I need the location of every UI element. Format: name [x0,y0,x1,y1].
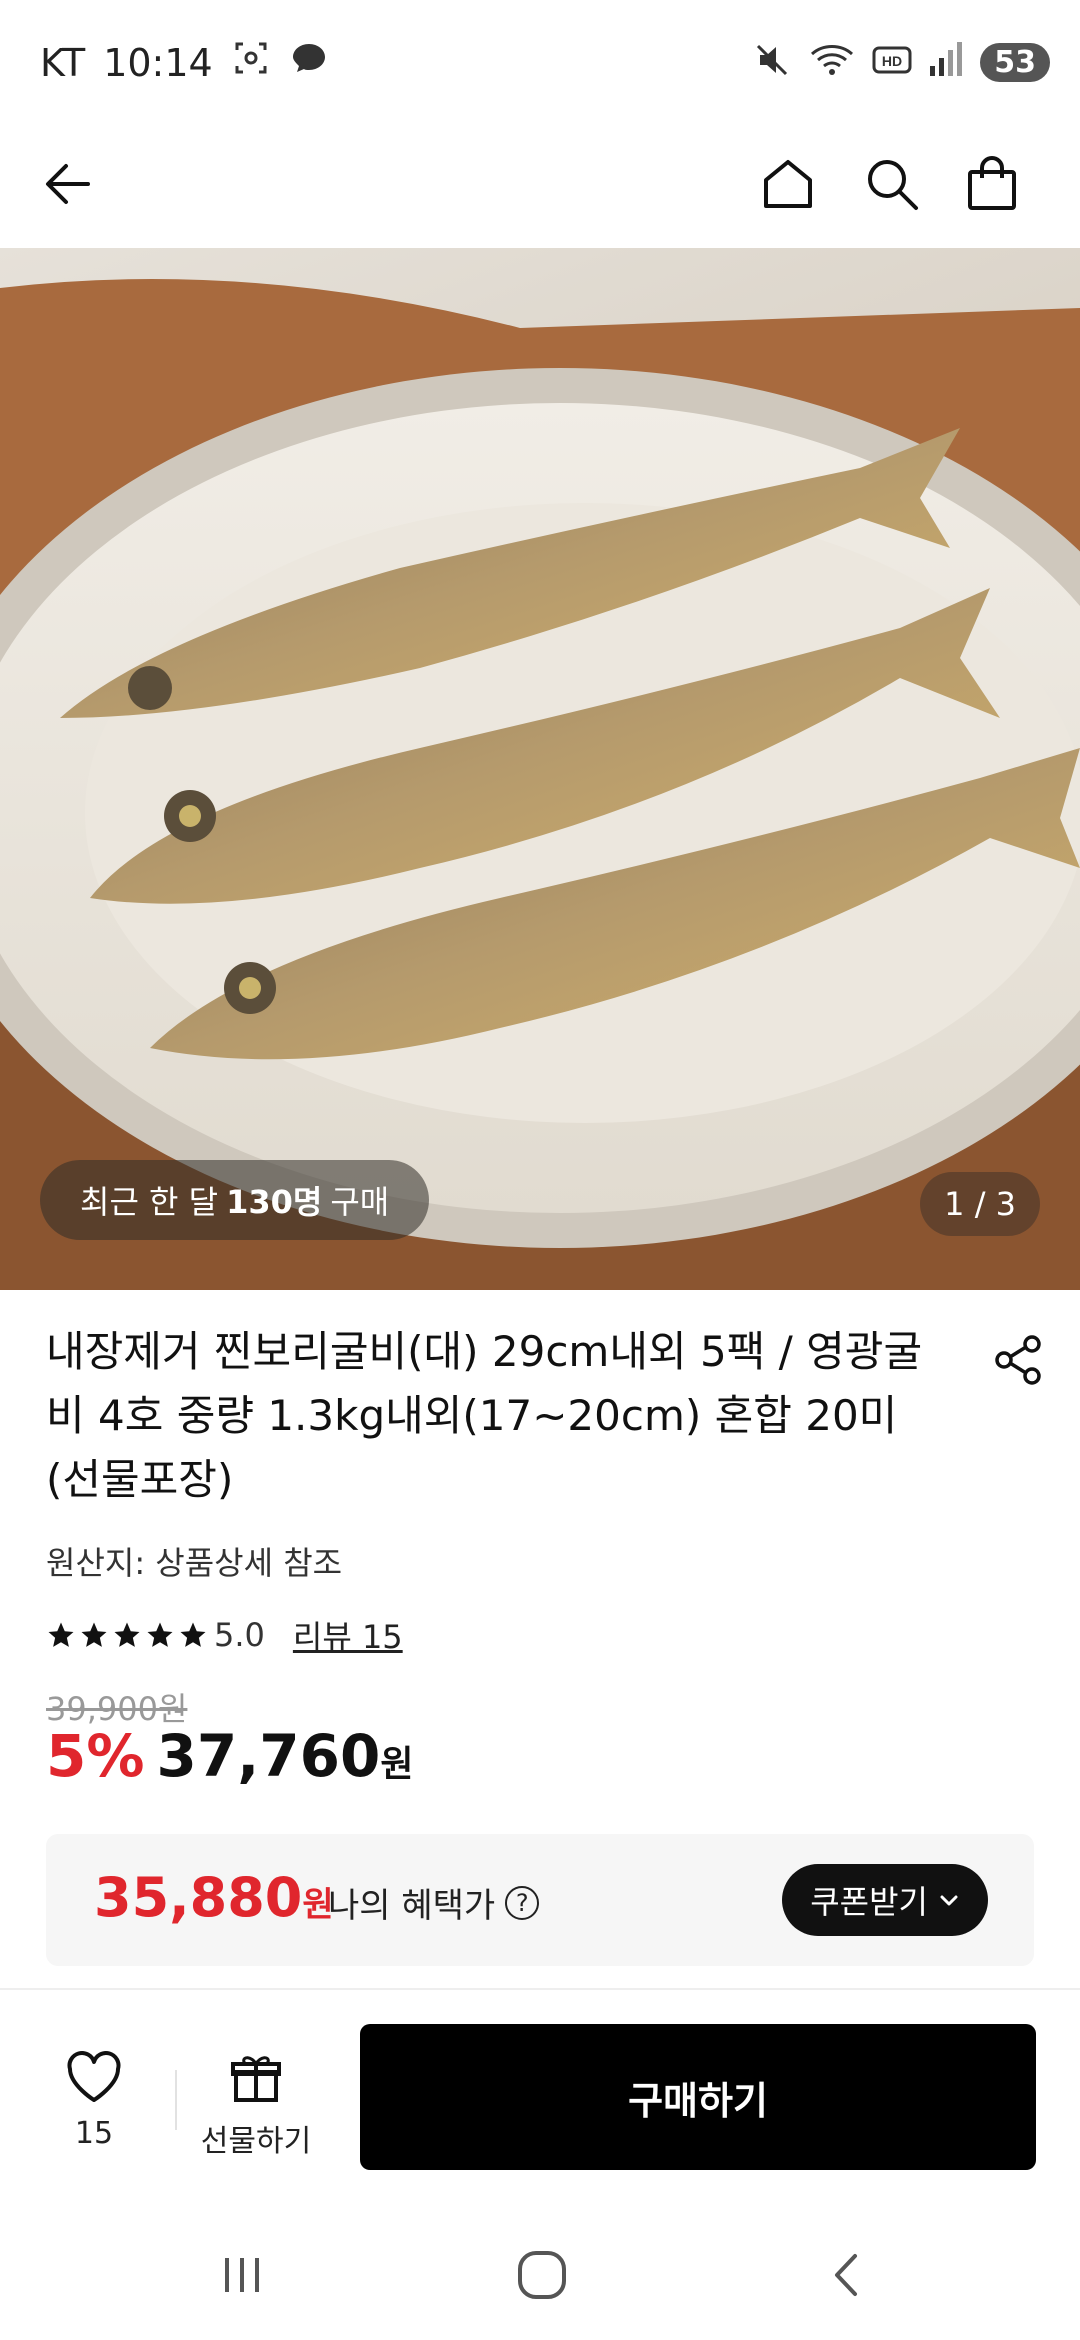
benefit-price: 35,880 원 [94,1866,334,1929]
chat-icon [289,38,329,87]
search-icon[interactable] [856,148,928,220]
app-header [0,120,1080,248]
home-icon[interactable] [752,148,824,220]
badge-suffix: 구매 [330,1183,390,1221]
badge-count: 130명 [226,1183,323,1221]
gift-icon [231,2056,281,2102]
star-icon [147,1622,173,1647]
coupon-button-label: 쿠폰받기 [810,1883,928,1921]
star-icon [114,1622,140,1647]
rating-stars [46,1620,208,1650]
wishlist-button[interactable]: 15 [46,2050,142,2151]
discount-rate: 5% [46,1722,145,1790]
purchase-bar: 15 선물하기 구매하기 [0,1990,1080,2190]
buy-button[interactable]: 구매하기 [360,2024,1036,2170]
back-arrow-icon[interactable] [32,148,104,220]
home-button-icon[interactable] [502,2240,582,2310]
star-icon [180,1622,206,1647]
status-bar: KT 10:14 HD 53 [0,0,1080,120]
benefit-label-group: 나의 혜택가 ? [328,1878,540,1927]
status-left: KT 10:14 [40,38,329,87]
star-icon [48,1622,74,1647]
badge-prefix: 최근 한 달 [80,1183,219,1221]
product-title: 내장제거 찐보리굴비(대) 29cm내외 5팩 / 영광굴비 4호 중량 1.3… [46,1327,923,1504]
origin-info: 원산지: 상품상세 참조 [46,1544,343,1582]
help-icon[interactable]: ? [505,1885,540,1920]
back-button-icon[interactable] [808,2240,888,2310]
sale-price-currency: 원 [380,1744,414,1785]
rating-score: 5.0 [214,1616,265,1654]
signal-icon [928,40,964,84]
separator [175,2070,177,2130]
benefit-label: 나의 혜택가 [328,1886,496,1926]
gift-button[interactable]: 선물하기 [196,2050,316,2160]
sale-price-value: 37,760 [156,1722,381,1790]
benefit-card: 35,880 원 나의 혜택가 ? 쿠폰받기 [46,1834,1034,1966]
screenshot-icon [231,38,271,87]
wifi-icon [808,40,856,84]
share-icon[interactable] [986,1320,1050,1400]
svg-text:HD: HD [882,53,902,69]
star-icon [81,1622,107,1647]
rating-row: 5.0 리뷰 15 [46,1612,403,1658]
product-photo [0,279,1080,1290]
price-row: 5% 37,760원 [46,1722,413,1790]
battery-icon: 53 [980,42,1050,82]
wishlist-count: 15 [74,2116,114,2151]
review-link[interactable]: 리뷰 15 [293,1612,403,1658]
heart-icon [67,2051,121,2102]
image-page-indicator: 1 / 3 [920,1172,1040,1236]
get-coupon-button[interactable]: 쿠폰받기 [782,1864,988,1936]
hd-icon: HD [872,40,912,84]
carrier: KT [40,40,86,85]
mute-icon [752,40,792,84]
benefit-price-value: 35,880 [94,1866,303,1929]
time: 10:14 [103,40,213,85]
system-nav-bar [0,2200,1080,2340]
product-image-carousel[interactable]: 최근 한 달 130명 구매 1 / 3 [0,248,1080,1290]
status-right: HD 53 [752,40,1050,84]
shopping-bag-icon[interactable] [956,148,1028,220]
gift-label: 선물하기 [200,2124,312,2159]
recent-apps-icon[interactable] [202,2240,282,2310]
chevron-down-icon [940,1895,958,1906]
recent-purchase-badge: 최근 한 달 130명 구매 [40,1160,430,1240]
sale-price: 37,760원 [156,1722,413,1790]
